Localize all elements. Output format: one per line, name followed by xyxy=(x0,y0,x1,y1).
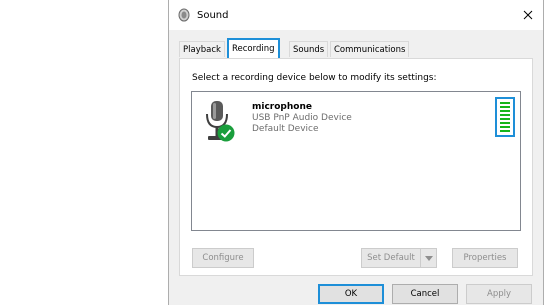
set-default-dropdown[interactable] xyxy=(420,248,437,268)
set-default-split-button[interactable]: Set Default xyxy=(361,248,437,268)
ok-button[interactable]: OK xyxy=(318,284,384,304)
cancel-button[interactable]: Cancel xyxy=(392,284,458,304)
title-bar: Sound xyxy=(169,0,543,30)
window-title: Sound xyxy=(197,10,229,21)
configure-button[interactable]: Configure xyxy=(192,248,254,268)
set-default-button[interactable]: Set Default xyxy=(361,248,420,268)
tab-sounds[interactable]: Sounds xyxy=(289,41,329,57)
chevron-down-icon xyxy=(424,255,433,261)
level-bar xyxy=(500,106,510,108)
tab-playback[interactable]: Playback xyxy=(179,41,225,57)
device-description: USB PnP Audio Device xyxy=(252,113,352,123)
speaker-icon xyxy=(178,8,190,22)
apply-button[interactable]: Apply xyxy=(466,284,532,304)
list-item[interactable]: microphone USB PnP Audio Device Default … xyxy=(198,96,515,148)
level-bar xyxy=(500,110,510,112)
device-list: microphone USB PnP Audio Device Default … xyxy=(191,91,521,231)
level-bar xyxy=(500,126,510,128)
level-bar xyxy=(500,114,510,116)
tab-recording[interactable]: Recording xyxy=(227,38,280,58)
recording-panel: Select a recording device below to modif… xyxy=(179,58,533,276)
level-bar xyxy=(500,130,510,132)
device-status: Default Device xyxy=(252,124,319,134)
level-bar xyxy=(500,102,510,104)
close-button[interactable] xyxy=(517,5,539,25)
level-bar xyxy=(500,118,510,120)
close-icon xyxy=(523,10,533,20)
device-name: microphone xyxy=(252,102,312,112)
sound-dialog: Sound Playback Recording Sounds Communic… xyxy=(168,0,544,305)
level-bar xyxy=(500,122,510,124)
properties-button[interactable]: Properties xyxy=(452,248,518,268)
instruction-text: Select a recording device below to modif… xyxy=(192,73,437,83)
level-meter xyxy=(495,97,515,137)
tab-communications[interactable]: Communications xyxy=(330,41,410,57)
checkmark-icon xyxy=(217,124,235,142)
